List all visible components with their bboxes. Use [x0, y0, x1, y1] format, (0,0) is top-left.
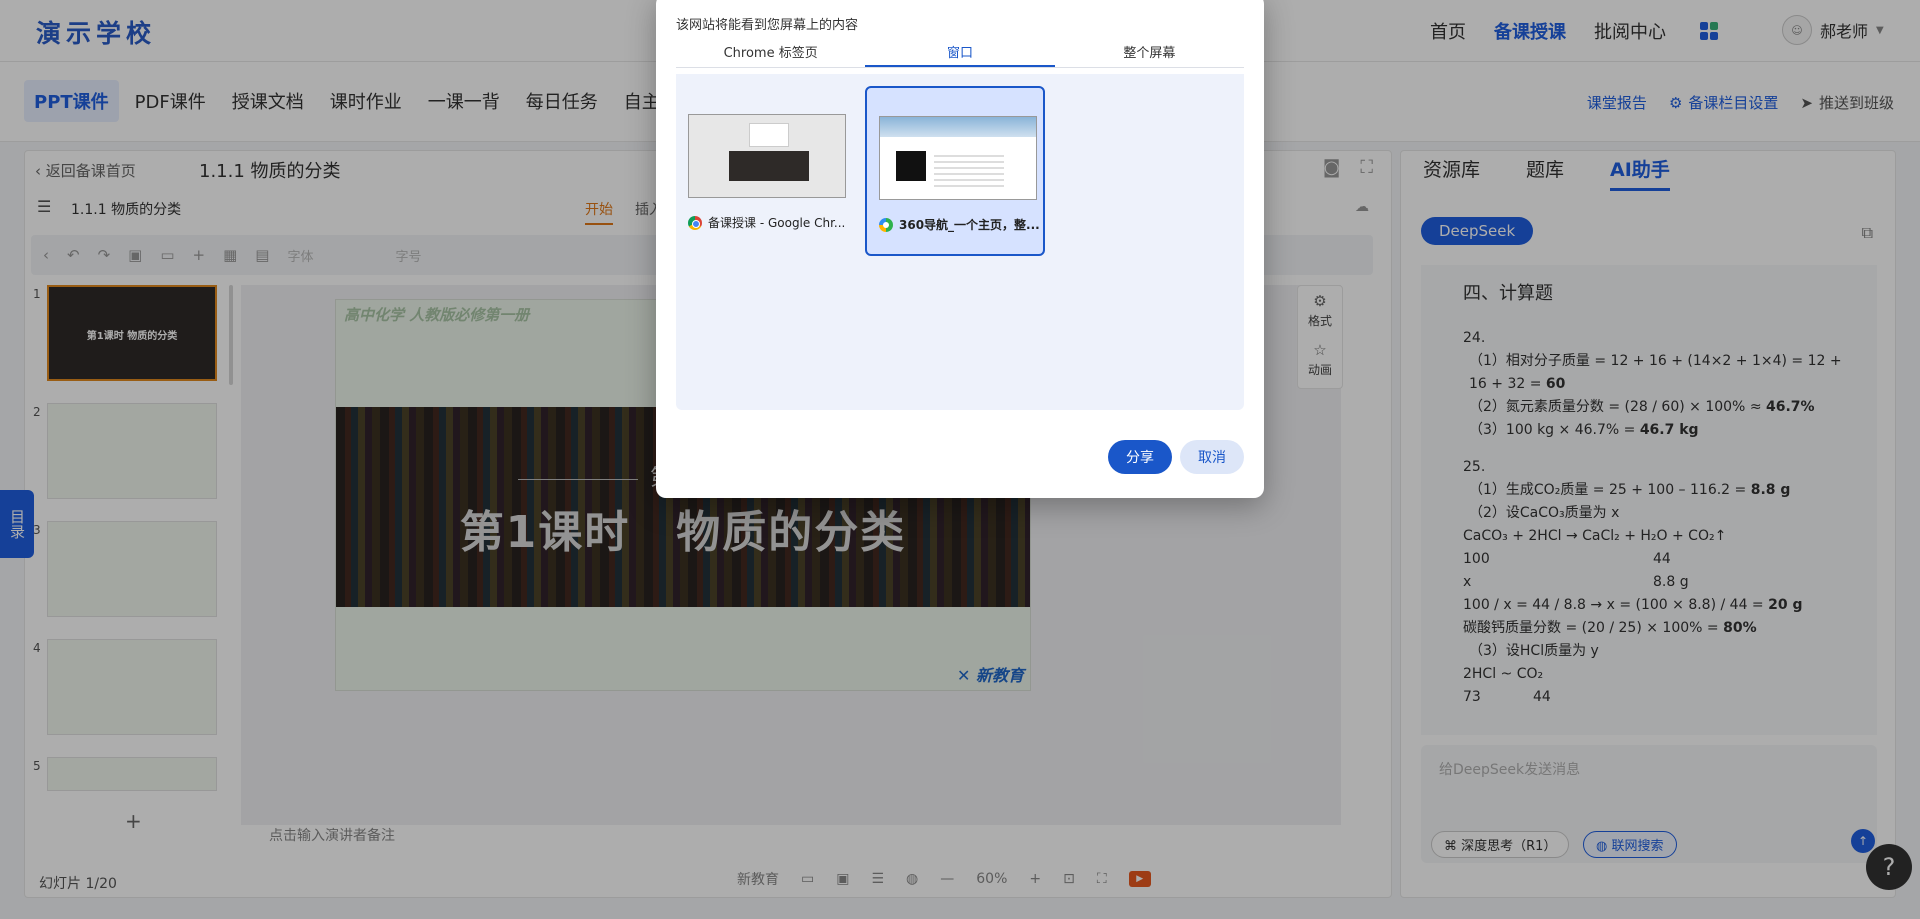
browser-360-icon — [879, 217, 893, 232]
share-button[interactable]: 分享 — [1108, 440, 1172, 474]
tab-window[interactable]: 窗口 — [865, 38, 1055, 67]
window-option-selected[interactable]: 360导航_一个主页，整... — [865, 86, 1045, 256]
window-list: 备课授课 - Google Chr... 360导航_一个主页，整... — [676, 74, 1244, 410]
share-source-tabs: Chrome 标签页 窗口 整个屏幕 — [676, 38, 1244, 68]
screen-share-dialog: 该网站将能看到您屏幕上的内容 Chrome 标签页 窗口 整个屏幕 备课授课 -… — [656, 0, 1264, 498]
window-option[interactable]: 备课授课 - Google Chr... — [676, 86, 856, 256]
cancel-button[interactable]: 取消 — [1180, 440, 1244, 474]
window-preview — [688, 114, 846, 198]
tab-chrome-tabs[interactable]: Chrome 标签页 — [676, 38, 865, 67]
tab-entire-screen[interactable]: 整个屏幕 — [1055, 38, 1244, 67]
dialog-subtitle: 该网站将能看到您屏幕上的内容 — [676, 18, 859, 33]
window-preview — [879, 116, 1037, 200]
chrome-icon — [688, 215, 702, 230]
window-label: 备课授课 - Google Chr... — [688, 214, 852, 231]
window-label: 360导航_一个主页，整... — [879, 216, 1043, 233]
